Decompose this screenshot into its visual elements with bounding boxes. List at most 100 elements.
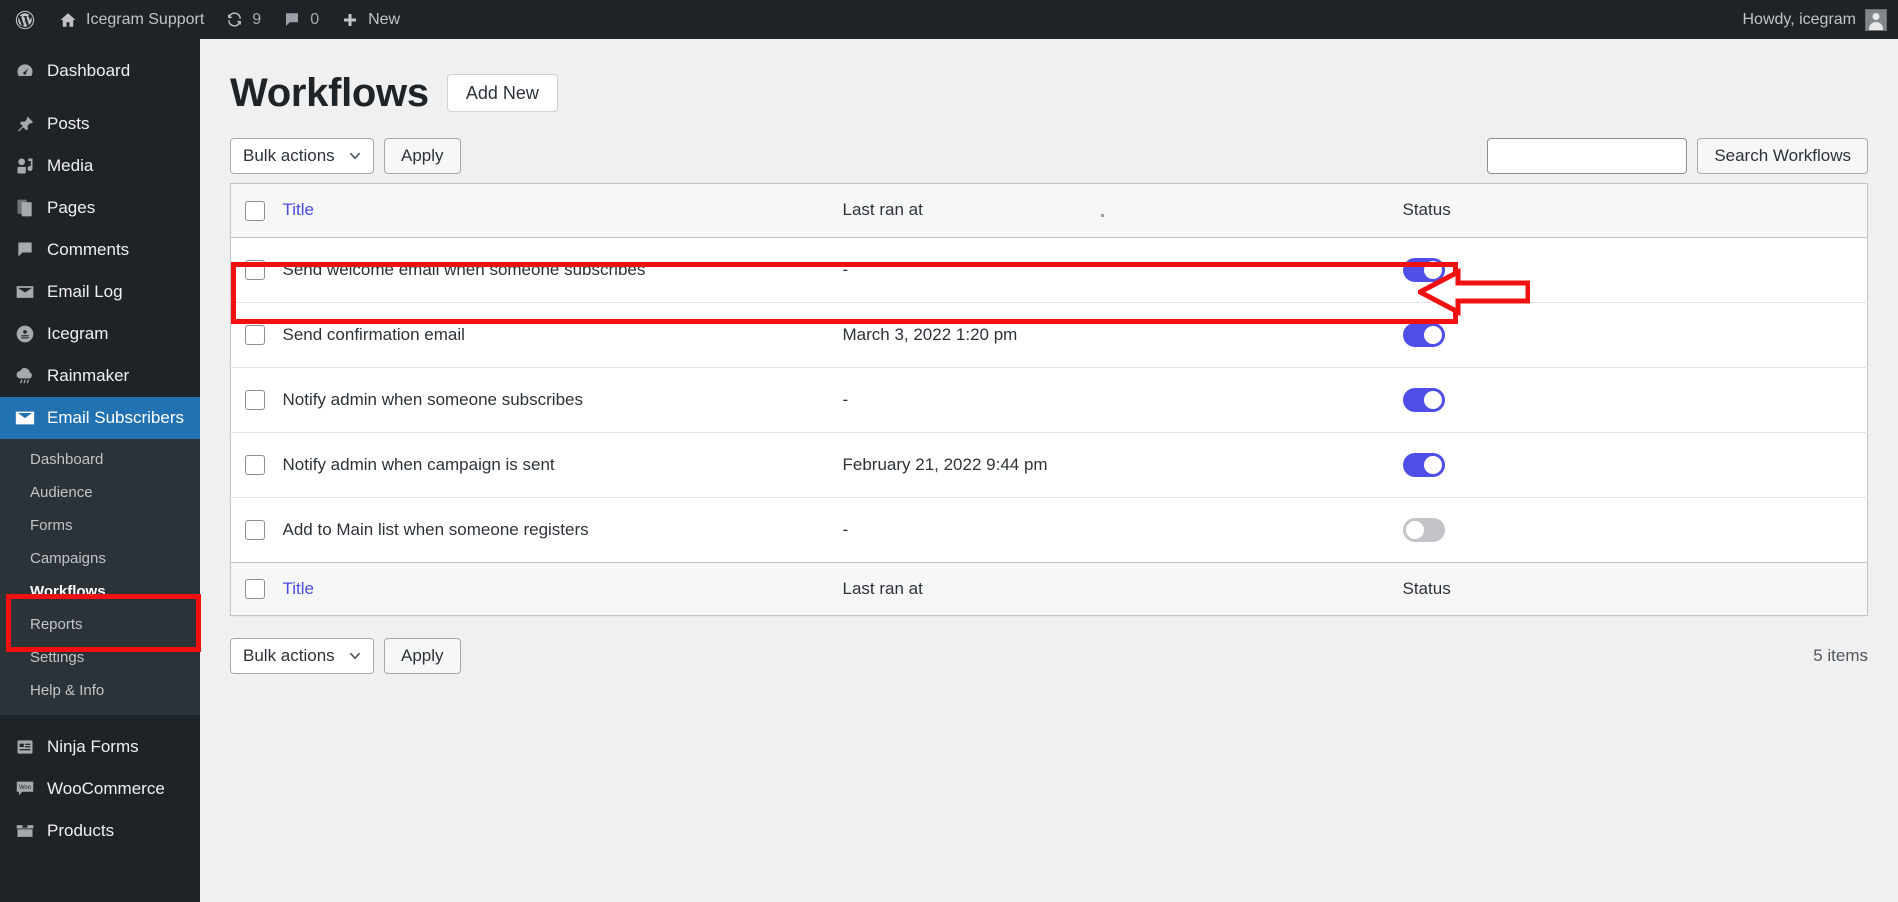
table-head: Title Last ran at Status [230,183,1868,238]
sidebar-item-label: Dashboard [47,61,131,80]
status-toggle[interactable] [1402,322,1445,347]
sidebar-item-icegram[interactable]: Icegram [0,313,200,355]
select-all-header [230,183,283,238]
submenu-item-audience[interactable]: Audience [0,476,200,509]
table-row[interactable]: Notify admin when campaign is sent Febru… [230,432,1868,498]
status-toggle[interactable] [1402,257,1445,282]
ninja-forms-icon [14,736,36,758]
sidebar-item-posts[interactable]: Posts [0,103,200,145]
column-footer-title[interactable]: Title [282,561,843,616]
sidebar-item-label: WooCommerce [47,779,165,798]
sidebar-item-comments[interactable]: Comments [0,229,200,271]
row-checkbox[interactable] [245,454,265,475]
table-row[interactable]: Send welcome email when someone subscrib… [230,237,1868,303]
search-group: Search Workflows [1487,138,1868,174]
row-select-cell [230,497,283,563]
bulk-actions-select-bottom[interactable]: Bulk actions [230,638,374,675]
pin-icon [14,113,36,135]
home-icon [59,11,77,29]
table-header-row: Title Last ran at Status [230,183,1868,238]
apply-button-bottom[interactable]: Apply [384,638,461,675]
dashboard-icon [14,60,36,82]
submenu-item-settings[interactable]: Settings [0,641,200,674]
submenu-item-workflows[interactable]: Workflows [0,575,200,608]
sidebar-item-email-subscribers[interactable]: Email Subscribers [0,397,200,439]
submenu-email-subscribers: Dashboard Audience Forms Campaigns Workf… [0,439,200,715]
comment-bubble-icon [283,11,301,29]
table-foot: Title Last ran at Status [230,561,1868,616]
updates-menu[interactable]: 9 [215,0,272,39]
sidebar-item-label: Icegram [47,324,109,343]
row-checkbox[interactable] [245,324,265,345]
table-footer-row: Title Last ran at Status [230,561,1868,616]
submenu-item-reports[interactable]: Reports [0,608,200,641]
search-workflows-button[interactable]: Search Workflows [1697,138,1868,174]
submenu-item-dashboard[interactable]: Dashboard [0,443,200,476]
sidebar-item-woocommerce[interactable]: Woo WooCommerce [0,768,200,810]
row-last-ran-at: - [842,237,1403,303]
pixel-artifact [1101,214,1104,217]
sidebar-item-label: Comments [47,240,130,259]
table-row[interactable]: Notify admin when someone subscribes - [230,367,1868,433]
row-checkbox[interactable] [245,519,265,540]
column-header-title[interactable]: Title [282,183,843,238]
row-status-cell [1402,237,1868,303]
sidebar-item-rainmaker[interactable]: Rainmaker [0,355,200,397]
icegram-icon [14,323,36,345]
column-header-last-ran-at: Last ran at [842,183,1403,238]
my-account-menu[interactable]: Howdy, icegram [1731,0,1898,39]
row-select-cell [230,302,283,368]
apply-button-top[interactable]: Apply [384,138,461,174]
site-name-label: Icegram Support [86,10,205,28]
status-toggle[interactable] [1402,387,1445,412]
table-row[interactable]: Send confirmation email March 3, 2022 1:… [230,302,1868,368]
page-title: Workflows [230,71,429,115]
submenu-item-forms[interactable]: Forms [0,509,200,542]
bulk-actions-select-top[interactable]: Bulk actions [230,138,374,174]
row-status-cell [1402,302,1868,368]
comments-count: 0 [310,10,320,28]
sidebar-item-dashboard[interactable]: Dashboard [0,50,200,92]
column-header-title-link[interactable]: Title [283,200,315,219]
main-content: Workflows Add New Bulk actions Apply Sea… [200,39,1898,902]
new-content-menu[interactable]: New [330,0,411,39]
sidebar-item-media[interactable]: Media [0,145,200,187]
sidebar-item-label: Ninja Forms [47,737,139,756]
row-title: Notify admin when campaign is sent [282,432,843,498]
wordpress-logo-icon [14,9,36,31]
sidebar-item-pages[interactable]: Pages [0,187,200,229]
menu-separator [0,39,200,50]
toggle-knob [1423,390,1442,409]
sidebar-item-ninja-forms[interactable]: Ninja Forms [0,726,200,768]
status-toggle[interactable] [1402,452,1445,477]
add-new-button[interactable]: Add New [446,74,558,112]
sidebar-item-label: Pages [47,198,96,217]
products-icon [14,820,36,842]
updates-icon [226,11,243,28]
howdy-label: Howdy, icegram [1742,10,1856,28]
site-name-menu[interactable]: Icegram Support [48,0,215,39]
row-checkbox[interactable] [245,259,265,280]
cloud-rain-icon [14,365,36,387]
row-select-cell [230,367,283,433]
select-all-checkbox-top[interactable] [245,200,265,221]
row-title: Send welcome email when someone subscrib… [282,237,843,303]
toggle-knob [1405,520,1424,539]
row-select-cell [230,237,283,303]
row-checkbox[interactable] [245,389,265,410]
column-footer-status: Status [1402,561,1868,616]
status-toggle[interactable] [1402,517,1445,542]
submenu-item-campaigns[interactable]: Campaigns [0,542,200,575]
select-all-checkbox-bottom[interactable] [245,579,265,600]
tablenav-top: Bulk actions Apply Search Workflows [200,113,1898,175]
sidebar-item-products[interactable]: Products [0,810,200,852]
plus-icon [341,11,359,29]
submenu-item-help-and-info[interactable]: Help & Info [0,674,200,707]
sidebar-item-email-log[interactable]: Email Log [0,271,200,313]
sidebar-item-label: Posts [47,114,90,133]
column-footer-title-link[interactable]: Title [283,579,315,598]
search-input[interactable] [1487,138,1688,174]
comments-menu[interactable]: 0 [272,0,330,39]
wordpress-logo-button[interactable] [0,0,48,39]
table-row[interactable]: Add to Main list when someone registers … [230,497,1868,563]
